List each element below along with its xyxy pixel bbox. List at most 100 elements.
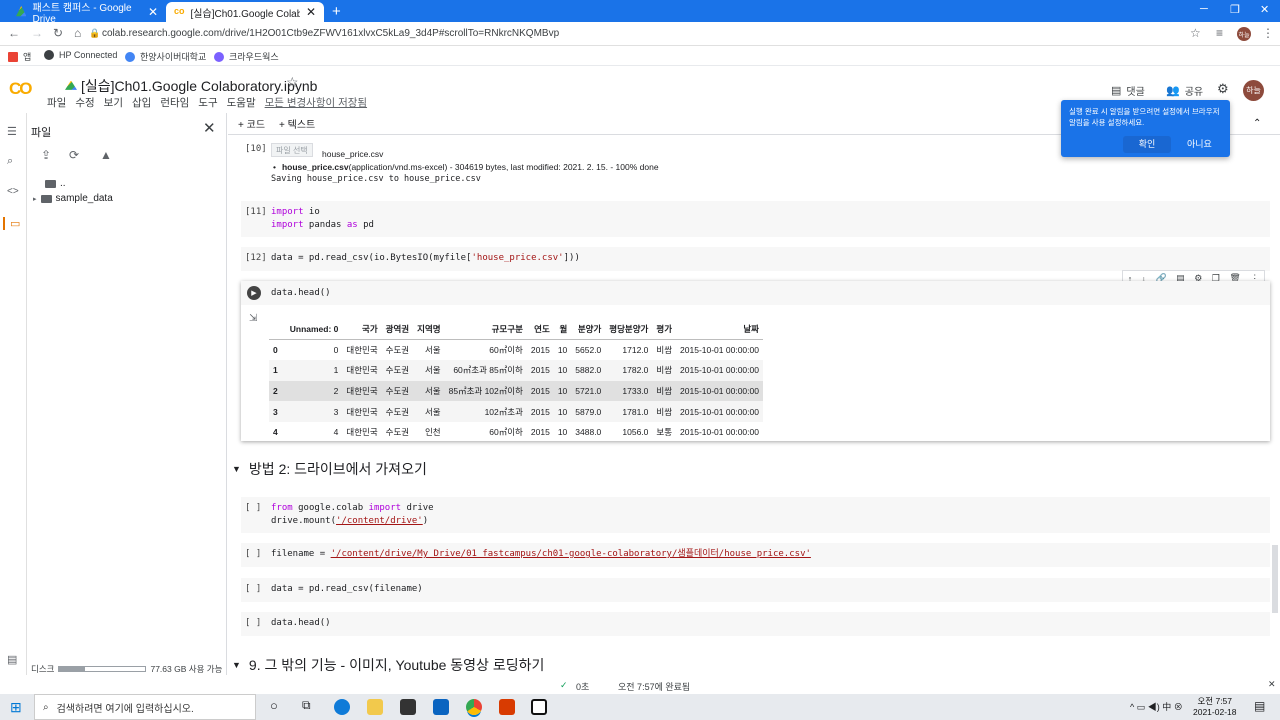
bookmark-crowdworks[interactable]: 크라우드웍스 <box>214 50 279 63</box>
taskbar-search[interactable]: ⌕ 검색하려면 여기에 입력하십시오. <box>34 694 256 720</box>
reload-icon[interactable]: ↻ <box>53 26 63 40</box>
table-row: 0 0 대한민국 수도권 서울 60㎡이하 2015 10 5652.0 1712.0 비쌈 2015… <box>269 340 763 361</box>
file-item-sample-data[interactable]: ▸ sample_data <box>33 193 113 204</box>
store-icon[interactable] <box>400 699 416 715</box>
task-view-icon[interactable]: ⧉ <box>302 698 311 713</box>
menu-file[interactable]: 파일 <box>47 95 66 110</box>
close-window-icon[interactable]: ✕ <box>1260 3 1269 16</box>
url-field[interactable]: colab.research.google.com/drive/1H2O01Ct… <box>102 28 559 39</box>
run-cell-button[interactable]: ▶ <box>247 286 261 300</box>
menu-tools[interactable]: 도구 <box>198 95 217 110</box>
keyword: import <box>368 503 402 513</box>
popup-no-button[interactable]: 아니요 <box>1187 136 1212 150</box>
menu-edit[interactable]: 수정 <box>75 95 94 110</box>
comment-button[interactable]: ▤ 댓글 <box>1111 83 1145 98</box>
terminal-icon[interactable]: ▤ <box>7 653 17 666</box>
close-tab-icon[interactable]: ✕ <box>142 5 158 19</box>
colab-logo[interactable]: CO <box>9 79 32 99</box>
code-editor[interactable]: data = pd.read_csv(io.BytesIO(myfile['ho… <box>271 252 580 265</box>
table-cell: 서울 <box>424 345 441 356</box>
refresh-folder-icon[interactable]: ⟳ <box>69 148 79 162</box>
reading-list-icon[interactable]: ≡ <box>1216 26 1223 40</box>
windows-start-icon[interactable]: ⊞ <box>10 699 22 716</box>
code-cell-filename[interactable]: [ ] filename = '/content/drive/My Drive/… <box>241 543 1270 567</box>
search-icon[interactable]: ⌕ <box>7 155 13 168</box>
restore-icon[interactable]: ❐ <box>1230 3 1240 16</box>
close-tab-icon[interactable]: ✕ <box>300 5 316 19</box>
close-status-icon[interactable]: ✕ <box>1268 679 1276 690</box>
code-cell-read-csv[interactable]: [ ] data = pd.read_csv(filename) <box>241 578 1270 602</box>
table-cell: 대한민국 <box>342 401 382 422</box>
mail-icon[interactable] <box>433 699 449 715</box>
share-button[interactable]: 👥 공유 <box>1166 83 1203 98</box>
tab-colab[interactable]: co [실습]Ch01.Google Colaboratory ✕ <box>166 2 324 22</box>
bookmark-apps[interactable]: 앱 <box>8 50 31 63</box>
minimize-icon[interactable]: ─ <box>1200 3 1208 15</box>
code-editor[interactable]: data.head() <box>271 287 331 300</box>
code-editor[interactable]: data.head() <box>271 617 331 630</box>
notebook-title[interactable]: [실습]Ch01.Google Colaboratory.ipynb <box>65 76 317 96</box>
notebook-scrollbar[interactable] <box>1272 545 1278 613</box>
notion-icon[interactable] <box>531 699 547 715</box>
close-panel-icon[interactable]: ✕ <box>203 119 216 137</box>
popup-ok-button[interactable]: 확인 <box>1123 136 1171 153</box>
file-explorer-icon[interactable] <box>367 699 383 715</box>
code-cell-active[interactable]: data.head() ⇲ Unnamed: 0 국가 광역권 지역명 규모구분 연도 월 분… <box>241 281 1270 441</box>
file-select-button[interactable]: 파일 선택 <box>271 143 313 157</box>
system-clock[interactable]: 오전 7:57 2021-02-18 <box>1193 696 1236 718</box>
forward-icon[interactable]: → <box>31 26 43 40</box>
settings-gear-icon[interactable]: ⚙ <box>1217 81 1229 97</box>
edge-icon[interactable] <box>334 699 350 715</box>
saved-status[interactable]: 모든 변경사항이 저장됨 <box>265 95 367 110</box>
collapse-up-icon[interactable]: ⌃ <box>1253 118 1261 129</box>
code-cell-head[interactable]: [ ] data.head() <box>241 612 1270 636</box>
office-icon[interactable] <box>499 699 515 715</box>
more-menu-icon[interactable]: ⋮ <box>1262 26 1274 40</box>
home-icon[interactable]: ⌂ <box>74 26 81 40</box>
menu-runtime[interactable]: 런타임 <box>160 95 189 110</box>
star-icon[interactable]: ☆ <box>286 74 299 91</box>
code-editor[interactable]: data = pd.read_csv(filename) <box>271 583 423 596</box>
menu-insert[interactable]: 삽입 <box>132 95 151 110</box>
code-editor[interactable]: filename = '/content/drive/My Drive/01_f… <box>271 548 811 561</box>
toc-icon[interactable]: ☰ <box>7 125 17 138</box>
menu-view[interactable]: 보기 <box>104 95 123 110</box>
bookmark-star-icon[interactable]: ☆ <box>1190 26 1201 40</box>
table-cell: 1712.0 <box>622 345 649 356</box>
upload-file-name: house_price.csv <box>281 162 349 172</box>
code-cell-12[interactable]: [12] data = pd.read_csv(io.BytesIO(myfil… <box>241 247 1270 271</box>
output-clear-icon[interactable]: ⇲ <box>249 313 257 324</box>
tray-icons[interactable]: ^ ▭ ◀) 中 ⊗ <box>1130 700 1183 713</box>
mount-drive-icon[interactable]: ▲ <box>100 148 112 162</box>
user-avatar[interactable]: 하늘 <box>1243 80 1264 101</box>
section-method2-heading[interactable]: ▼ 방법 2: 드라이브에서 가져오기 <box>232 459 427 479</box>
add-code-button[interactable]: + 코드 <box>238 116 265 131</box>
files-icon[interactable]: ▭ <box>3 217 20 230</box>
code-cell-11[interactable]: [11] import io import pandas as pd <box>241 201 1270 237</box>
bookmark-label: 앱 <box>23 52 32 62</box>
chrome-icon[interactable] <box>466 699 482 715</box>
section-other-features-heading[interactable]: ▼ 9. 그 밖의 기능 - 이미지, Youtube 동영상 로딩하기 <box>232 655 544 675</box>
table-cell: 대한민국 <box>342 360 382 381</box>
expand-arrow-icon[interactable]: ▸ <box>33 195 37 203</box>
add-text-button[interactable]: + 텍스트 <box>279 116 315 131</box>
cell-number: [ ] <box>245 549 262 559</box>
bookmark-hanyang[interactable]: 한양사이버대학교 <box>125 50 206 63</box>
code-editor[interactable]: import io import pandas as pd <box>271 206 374 232</box>
cortana-icon[interactable]: ○ <box>270 698 278 713</box>
profile-avatar[interactable]: 하늘 <box>1237 27 1251 41</box>
collapse-triangle-icon[interactable]: ▼ <box>232 660 241 670</box>
collapse-triangle-icon[interactable]: ▼ <box>232 464 241 474</box>
code-snippets-icon[interactable]: <> <box>7 186 19 197</box>
file-item-parent[interactable]: .. <box>45 178 66 189</box>
upload-icon[interactable]: ⇪ <box>41 148 51 162</box>
selected-file-name: house_price.csv <box>322 149 384 159</box>
menu-help[interactable]: 도움말 <box>227 95 256 110</box>
tab-google-drive[interactable]: 패스트 캠퍼스 - Google Drive ✕ <box>8 2 166 25</box>
notification-center-icon[interactable]: ▤ <box>1254 699 1265 713</box>
code-cell-drive-mount[interactable]: [ ] from google.colab import drive drive… <box>241 497 1270 533</box>
new-tab-button[interactable]: + <box>332 3 341 20</box>
code-editor[interactable]: from google.colab import drive drive.mou… <box>271 502 434 528</box>
back-icon[interactable]: ← <box>8 26 20 40</box>
bookmark-hp[interactable]: HP Connected <box>44 50 117 60</box>
